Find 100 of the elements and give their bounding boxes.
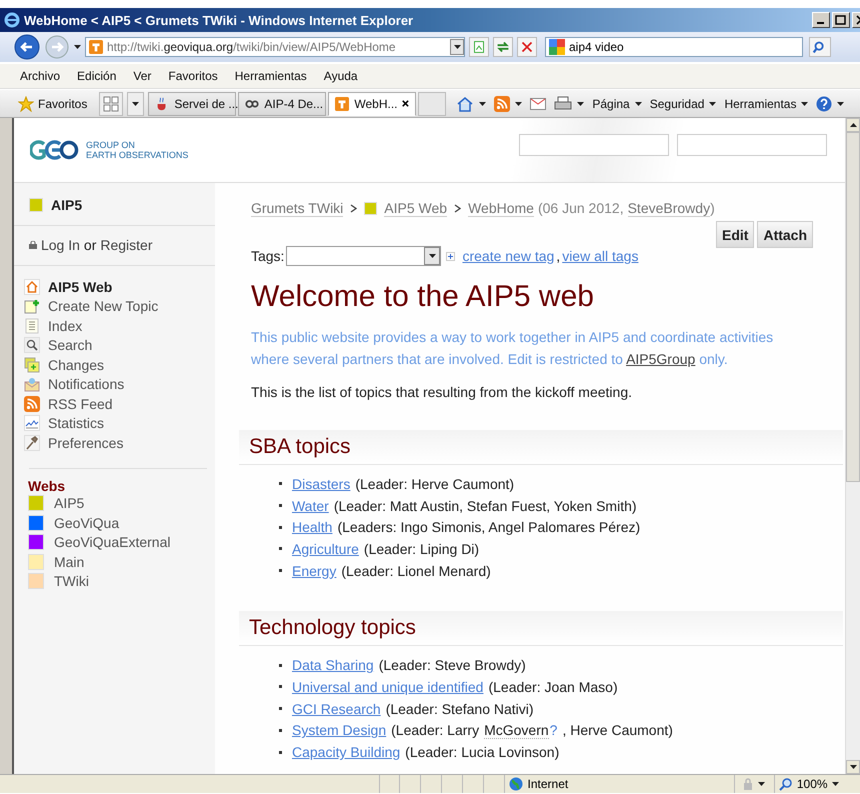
stop-icon[interactable] xyxy=(517,37,537,57)
caret-icon xyxy=(801,102,808,106)
sidebar-link[interactable]: Create New Topic xyxy=(48,298,158,314)
maximize-icon[interactable] xyxy=(832,12,850,28)
mail-icon[interactable] xyxy=(530,98,546,110)
topic-link[interactable]: Energy xyxy=(292,562,336,579)
comma-text: , xyxy=(556,248,560,264)
input-field[interactable] xyxy=(677,134,828,156)
feeds-button[interactable] xyxy=(494,96,522,112)
home-icon xyxy=(456,96,474,112)
help-icon xyxy=(816,96,832,112)
register-link[interactable]: Register xyxy=(100,237,153,253)
breadcrumb-link[interactable]: WebHome xyxy=(468,200,534,217)
menu-item[interactable]: Herramientas xyxy=(234,69,307,83)
action-button[interactable]: Attach xyxy=(757,221,814,248)
input-field[interactable] xyxy=(519,134,670,156)
sidebar-link[interactable]: Notifications xyxy=(48,376,124,392)
scrollbar[interactable] xyxy=(845,118,860,774)
web-link[interactable]: TWiki xyxy=(54,573,89,590)
section-heading: Technology topics xyxy=(238,611,844,646)
sidebar-link[interactable]: Search xyxy=(48,337,92,354)
leader-text: (Leader: Lionel Menard) xyxy=(341,562,491,579)
intro-paragraph: This public website provides a way to work together in AIP5 and coordinate activities where several partners that are involved. Edit is restricted to AIP5Group only. xyxy=(250,328,774,369)
topic-link[interactable]: Data Sharing xyxy=(292,657,374,674)
browser-logo-icon xyxy=(4,12,20,28)
menu-item[interactable]: Archivo xyxy=(20,69,60,83)
up-arrow-icon[interactable] xyxy=(850,123,856,127)
create-tag-link[interactable]: create new tag xyxy=(462,248,554,264)
lock-icon xyxy=(28,241,37,249)
list-bullet xyxy=(278,482,282,486)
leader-text: (Leader: Lucia Lovinson) xyxy=(405,744,560,760)
web-name[interactable]: AIP5 xyxy=(50,197,82,213)
login-link[interactable]: Log In xyxy=(40,237,80,253)
browser-tab[interactable]: Servei de ... xyxy=(148,92,236,116)
print-button[interactable] xyxy=(554,96,584,112)
browser-tab[interactable]: WebH... xyxy=(328,92,416,116)
menu-item[interactable]: Favoritos xyxy=(168,69,218,83)
list-bullet xyxy=(278,707,282,710)
sidebar-link[interactable]: RSS Feed xyxy=(48,396,113,412)
leader-text: (Leader: Liping Di) xyxy=(364,540,480,557)
search-field[interactable]: aip4 video xyxy=(545,37,803,57)
chart-icon xyxy=(24,415,40,432)
sidebar-link[interactable]: Preferences xyxy=(48,434,124,451)
plus-icon[interactable] xyxy=(446,252,456,260)
date-text: (06 Jun 2012, xyxy=(538,200,624,217)
leader-text: , Herve Caumont) xyxy=(562,722,673,738)
menu-item[interactable]: Ver xyxy=(133,69,152,83)
topic-link[interactable]: GCI Research xyxy=(292,700,381,717)
breadcrumb-link[interactable]: Grumets TWiki xyxy=(250,200,344,217)
list-icon xyxy=(24,318,40,334)
sidebar-link[interactable]: Statistics xyxy=(48,415,104,432)
leader-text: (Leader: Matt Austin, Stefan Fuest, Yoken Smith) xyxy=(334,498,637,514)
list-bullet xyxy=(278,664,282,667)
menu-item[interactable]: Ayuda xyxy=(324,69,358,83)
globe-icon xyxy=(508,777,523,791)
refresh-icon[interactable] xyxy=(493,37,513,57)
search-icon[interactable] xyxy=(809,37,831,57)
lead-paragraph: This is the list of topics that resulting from the kickoff meeting. xyxy=(250,384,633,400)
web-link[interactable]: GeoViQua xyxy=(54,514,120,531)
topic-link[interactable]: System Design xyxy=(292,722,386,738)
group-link[interactable]: AIP5Group xyxy=(626,351,696,367)
rss-icon xyxy=(24,396,40,412)
breadcrumb-link[interactable]: AIP5 Web xyxy=(384,200,448,217)
author-link[interactable]: SteveBrowdy xyxy=(628,200,710,217)
command-menu[interactable]: Seguridad xyxy=(650,96,716,110)
topic-link[interactable]: Agriculture xyxy=(292,540,359,557)
minimize-icon[interactable] xyxy=(812,12,830,28)
back-icon[interactable] xyxy=(14,34,40,60)
topic-link[interactable]: Disasters xyxy=(292,476,350,492)
address-field[interactable]: http://twiki.geoviqua.org/twiki/bin/view/AIP5/WebHome xyxy=(85,37,465,57)
sidebar-link[interactable]: Changes xyxy=(48,356,104,373)
sidebar-link[interactable]: AIP5 Web xyxy=(48,278,112,295)
menu-item[interactable]: Edición xyxy=(77,69,116,83)
caret-icon xyxy=(479,102,486,106)
web-link[interactable]: Main xyxy=(54,554,84,570)
caret-icon xyxy=(132,102,140,106)
command-menu[interactable]: Herramientas xyxy=(724,96,808,110)
add-page-icon xyxy=(24,298,40,314)
topic-link[interactable]: Capacity Building xyxy=(292,744,400,760)
web-link[interactable]: AIP5 xyxy=(54,495,84,512)
geo-logo-icon xyxy=(30,139,80,161)
sidebar-link[interactable]: Index xyxy=(48,318,82,334)
home-button[interactable] xyxy=(456,96,486,112)
page-title: Welcome to the AIP5 web xyxy=(250,280,595,314)
web-link[interactable]: GeoViQuaExternal xyxy=(54,534,170,550)
zoom-button[interactable]: 100% xyxy=(774,775,860,793)
all-tags-link[interactable]: view all tags xyxy=(562,248,638,264)
zone-text: Internet xyxy=(528,777,568,791)
tags-dropdown[interactable] xyxy=(286,246,442,266)
close-icon[interactable] xyxy=(402,99,410,108)
help-button[interactable] xyxy=(816,96,844,112)
topic-link[interactable]: Health xyxy=(292,519,332,536)
topic-link[interactable]: Water xyxy=(292,498,329,514)
compatibility-icon[interactable] xyxy=(469,37,489,57)
command-menu[interactable]: Página xyxy=(592,96,642,110)
favorites-button[interactable]: Favoritos xyxy=(18,96,88,112)
create-topic-link[interactable]: ? xyxy=(550,722,558,738)
action-button[interactable]: Edit xyxy=(716,221,754,248)
topic-link[interactable]: Universal and unique identified xyxy=(292,678,484,695)
browser-tab[interactable]: AIP-4 De... xyxy=(238,92,326,116)
